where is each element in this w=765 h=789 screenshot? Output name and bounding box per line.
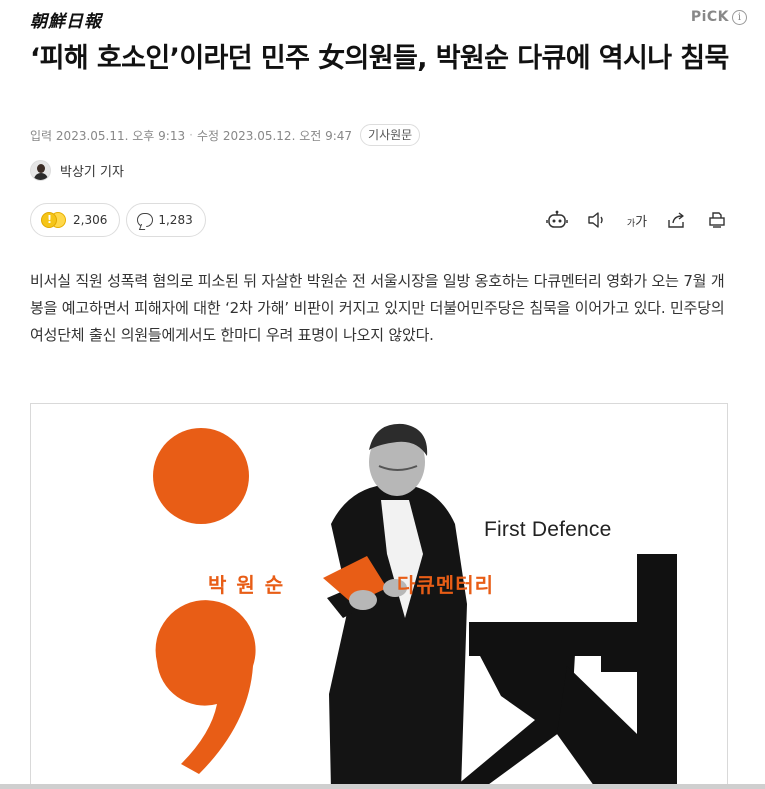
poster-documentary-label: 다큐멘터리 [397,573,494,597]
pick-label[interactable]: PiCK [691,9,729,25]
speaker-icon [588,212,603,228]
meta-separator: · [189,128,193,142]
font-large-label: 가 [635,214,648,230]
poster-comma-shape [155,600,256,774]
article-meta: 입력 2023.05.11. 오후 9:13 · 수정 2023.05.12. … [30,123,421,147]
top-bar: 朝鮮日報 PiCK i [0,0,765,34]
reaction-button[interactable]: 2,306 [30,203,121,237]
modified-label: 수정 [196,128,220,143]
reaction-count: 2,306 [73,213,108,227]
article-photo[interactable]: First Defence 박원순 다큐멘터리 [30,403,728,789]
original-article-button[interactable]: 기사원문 [360,124,421,146]
print-button[interactable] [703,207,731,233]
summary-bot-button[interactable] [543,207,571,233]
share-button[interactable] [663,207,691,233]
reaction-emoji-icon [41,211,67,229]
reporter-name[interactable]: 박상기 기자 [60,161,124,180]
comment-button[interactable]: 1,283 [126,203,206,237]
robot-icon [546,210,568,228]
article-headline: ‘피해 호소인’이라던 민주 女의원들, 박원순 다큐에 역시나 침묵 [30,43,729,74]
published-label: 입력 [30,128,53,143]
published-date: 2023.05.11. 오후 9:13 [55,128,186,143]
font-size-button[interactable]: 가가 [623,207,651,233]
press-logo[interactable]: 朝鮮日報 [30,7,102,32]
reporter-avatar [30,159,51,181]
article-lede: 비서실 직원 성폭력 혐의로 피소된 뒤 자살한 박원순 전 서울시장을 일방 … [30,272,725,344]
share-icon [668,212,684,228]
print-icon [709,212,725,228]
article-tools: 가가 [531,207,731,233]
reporter[interactable]: 박상기 기자 [30,158,124,182]
poster-subtitle: First Defence [484,518,612,541]
reaction-row: 2,306 1,283 [30,203,212,237]
font-small-label: 가 [626,218,636,229]
poster-man-figure [323,423,467,789]
audio-button[interactable] [583,207,611,233]
poster-dot-shape [153,428,249,524]
info-icon[interactable]: i [732,10,747,25]
horizontal-scrollbar[interactable] [0,784,765,789]
poster-illustration [153,423,677,789]
comment-count: 1,283 [158,213,193,227]
modified-date: 2023.05.12. 오전 9:47 [222,128,353,143]
poster-name-label: 박원순 [208,573,294,597]
comment-icon [137,213,154,227]
